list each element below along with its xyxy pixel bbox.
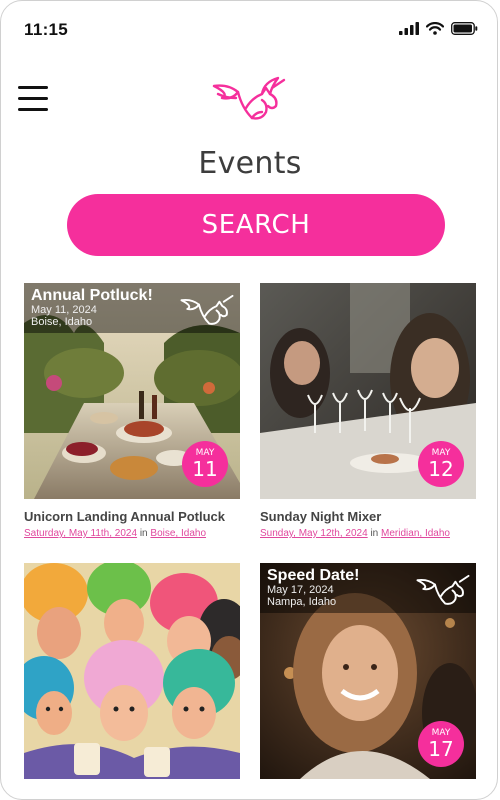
event-title[interactable]: Sunday Night Mixer <box>260 509 476 524</box>
badge-day: 11 <box>192 457 218 481</box>
date-badge: MAY 12 <box>418 441 464 487</box>
event-date-link[interactable]: Saturday, May 11th, 2024 <box>24 528 137 539</box>
event-card[interactable]: MAY 12 Sunday Night Mixer Sunday, May 12… <box>260 283 476 539</box>
event-image[interactable]: Speed Date! May 17, 2024 Nampa, Idaho MA… <box>260 563 476 779</box>
battery-icon <box>451 22 478 35</box>
meta-connector: in <box>370 528 379 539</box>
event-image[interactable]: MAY 12 <box>260 283 476 499</box>
badge-day: 17 <box>428 737 454 761</box>
event-image[interactable] <box>24 563 240 779</box>
event-image[interactable]: Annual Potluck! May 11, 2024 Boise, Idah… <box>24 283 240 499</box>
event-card[interactable]: Speed Date! May 17, 2024 Nampa, Idaho MA… <box>260 563 476 779</box>
status-bar: 11:15 <box>0 0 500 60</box>
party-illustration <box>24 563 240 779</box>
badge-day: 12 <box>428 457 454 481</box>
event-date-link[interactable]: Sunday, May 12th, 2024 <box>260 528 368 539</box>
search-button[interactable]: SEARCH <box>67 194 445 256</box>
menu-button[interactable] <box>18 86 48 112</box>
wifi-icon <box>426 22 444 35</box>
event-card[interactable]: Annual Potluck! May 11, 2024 Boise, Idah… <box>24 283 240 539</box>
page-title: Events <box>198 146 302 181</box>
status-icons <box>399 22 478 35</box>
event-card[interactable] <box>24 563 240 789</box>
unicorn-logo-icon <box>180 294 234 325</box>
meta-connector: in <box>139 528 148 539</box>
event-meta: Saturday, May 11th, 2024 in Boise, Idaho <box>24 528 240 539</box>
date-badge: MAY 11 <box>182 441 228 487</box>
event-location-link[interactable]: Meridian, Idaho <box>381 528 450 539</box>
status-time: 11:15 <box>24 20 69 39</box>
unicorn-logo <box>212 76 286 120</box>
signal-icon <box>399 22 419 35</box>
event-title[interactable]: Unicorn Landing Annual Potluck <box>24 509 240 524</box>
date-badge: MAY 17 <box>418 721 464 767</box>
event-location-link[interactable]: Boise, Idaho <box>150 528 206 539</box>
event-meta: Sunday, May 12th, 2024 in Meridian, Idah… <box>260 528 476 539</box>
unicorn-logo-icon <box>416 574 470 605</box>
